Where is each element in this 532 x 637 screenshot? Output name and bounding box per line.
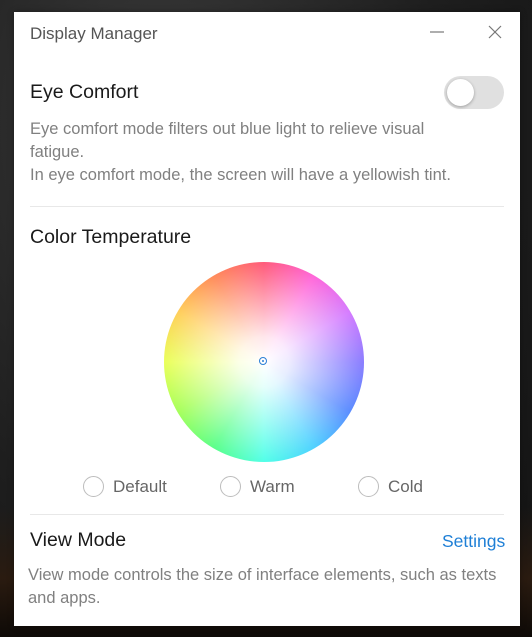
radio-warm-circle[interactable]	[220, 476, 241, 497]
radio-default-label: Default	[113, 476, 167, 496]
radio-cold-label: Cold	[388, 476, 423, 496]
close-icon	[488, 25, 502, 39]
eye-comfort-description: Eye comfort mode filters out blue light …	[30, 118, 451, 187]
view-mode-title: View Mode	[30, 529, 127, 551]
window-title: Display Manager	[30, 24, 158, 43]
close-button[interactable]	[478, 18, 512, 46]
divider	[30, 206, 504, 207]
toggle-knob	[447, 79, 474, 106]
radio-default-circle[interactable]	[83, 476, 104, 497]
view-mode-description: View mode controls the size of interface…	[28, 564, 496, 610]
radio-cold[interactable]: Cold	[358, 476, 423, 497]
radio-warm-label: Warm	[250, 476, 295, 496]
radio-cold-circle[interactable]	[358, 476, 379, 497]
display-manager-window: Display Manager Eye Comfort Eye comfort …	[14, 12, 520, 626]
color-temperature-title: Color Temperature	[30, 226, 192, 248]
minimize-button[interactable]	[420, 18, 454, 46]
eye-comfort-toggle[interactable]	[444, 76, 504, 109]
view-mode-settings-link[interactable]: Settings	[442, 531, 505, 552]
view-mode-desc-line1: View mode controls the size of interface…	[28, 566, 497, 584]
radio-default[interactable]: Default	[83, 476, 167, 497]
minimize-icon	[430, 31, 444, 33]
view-mode-desc-line2: and apps.	[28, 589, 101, 607]
eye-comfort-title: Eye Comfort	[30, 81, 139, 103]
radio-warm[interactable]: Warm	[220, 476, 295, 497]
crosshair-icon[interactable]	[259, 357, 267, 365]
color-wheel[interactable]	[164, 262, 364, 462]
eye-comfort-desc-line3: In eye comfort mode, the screen will hav…	[30, 166, 451, 184]
eye-comfort-desc-line1: Eye comfort mode filters out blue light …	[30, 120, 425, 138]
titlebar: Display Manager	[14, 12, 520, 58]
divider	[30, 514, 504, 515]
eye-comfort-desc-line2: fatigue.	[30, 143, 85, 161]
